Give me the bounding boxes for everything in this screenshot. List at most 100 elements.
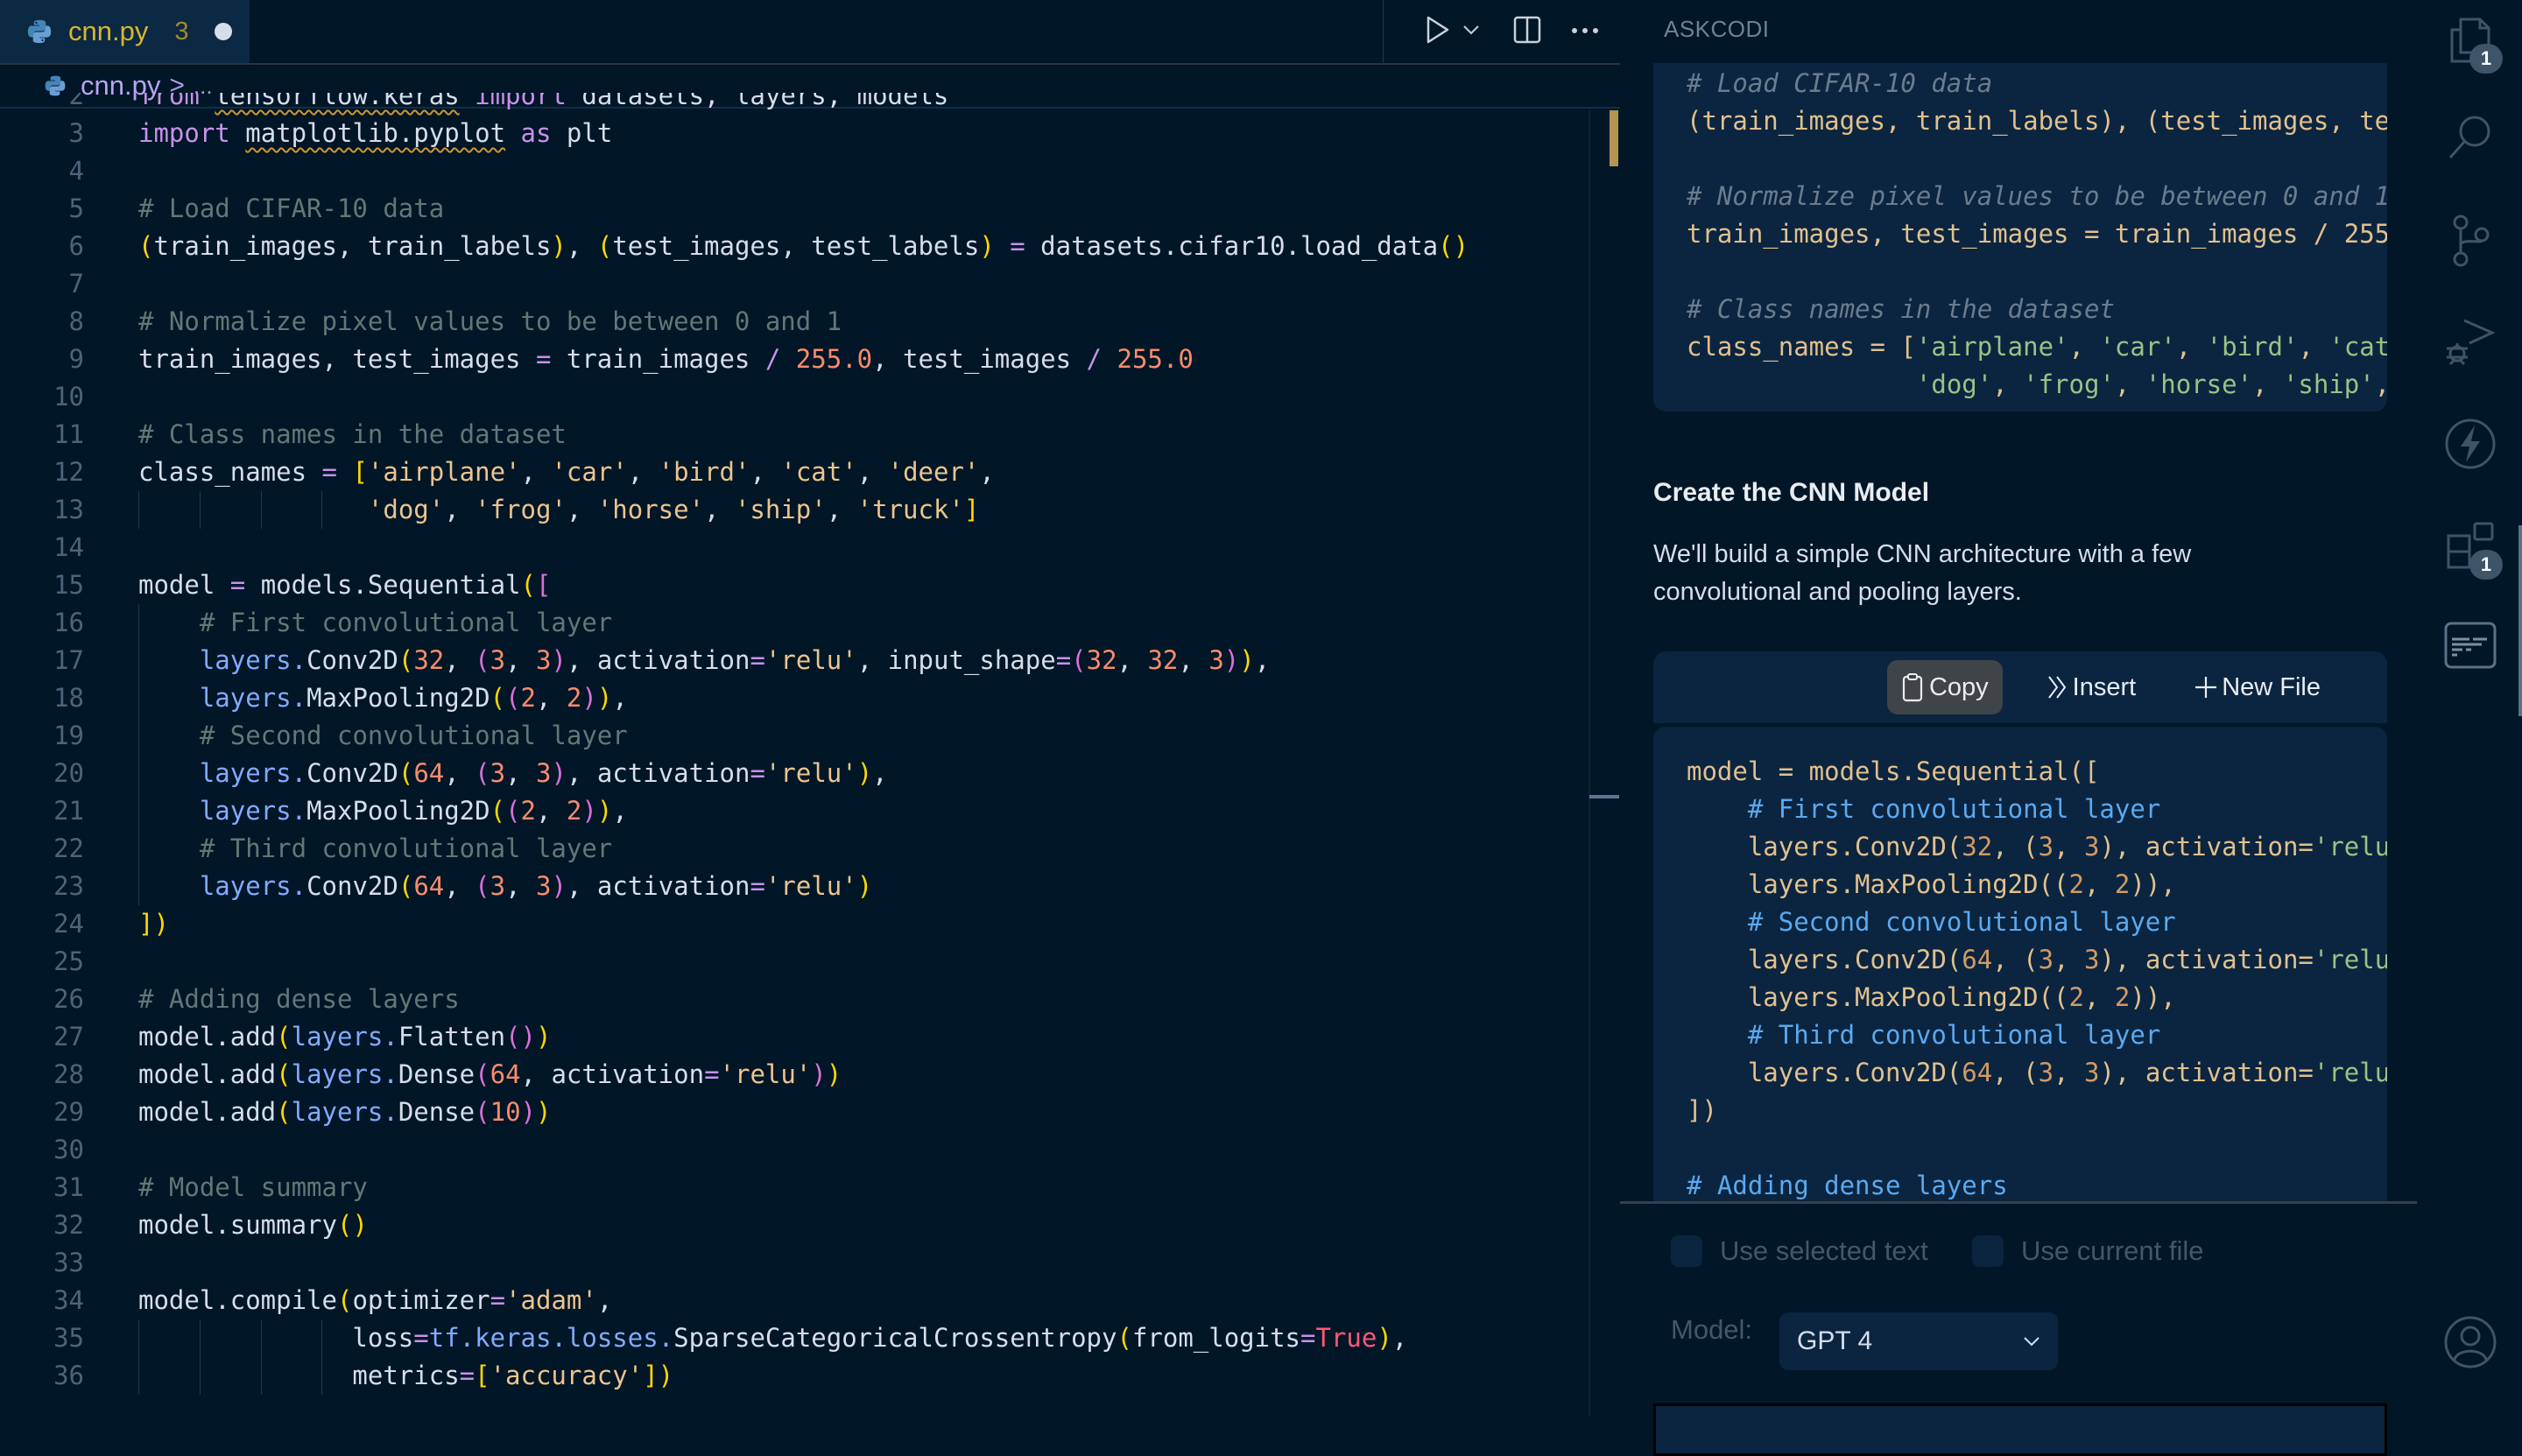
code-line[interactable]: 34 model.compile(optimizer='adam', bbox=[0, 1282, 1594, 1319]
line-number: 21 bbox=[53, 796, 84, 826]
line-number: 12 bbox=[53, 457, 84, 487]
code-line[interactable]: 18 layers.MaxPooling2D((2, 2)), bbox=[0, 679, 1594, 717]
indent-guide bbox=[138, 1319, 139, 1395]
code-block-line: layers.MaxPooling2D((2, 2)), bbox=[1687, 982, 2176, 1012]
activity-run-debug[interactable] bbox=[2443, 315, 2497, 369]
code-block-line: class_names = ['airplane', 'car', 'bird'… bbox=[1687, 332, 2387, 362]
code-line[interactable]: 33 bbox=[0, 1244, 1594, 1282]
line-number: 8 bbox=[68, 306, 84, 336]
activity-search[interactable] bbox=[2443, 110, 2497, 165]
code-line[interactable]: 32 model.summary() bbox=[0, 1206, 1594, 1244]
model-select[interactable]: GPT 4 bbox=[1779, 1312, 2058, 1370]
code-text: model.add(layers.Flatten()) bbox=[138, 1022, 552, 1052]
activity-panel-view[interactable] bbox=[2443, 618, 2497, 672]
activity-source-control[interactable] bbox=[2443, 214, 2497, 268]
code-line[interactable]: 23 layers.Conv2D(64, (3, 3), activation=… bbox=[0, 868, 1594, 905]
line-number: 13 bbox=[53, 495, 84, 524]
tab-filename: cnn.py bbox=[68, 16, 149, 46]
copy-button[interactable]: Copy bbox=[1886, 660, 2003, 714]
code-line[interactable]: 29 model.add(layers.Dense(10)) bbox=[0, 1094, 1594, 1131]
code-text: # First convolutional layer bbox=[199, 608, 613, 637]
code-line[interactable]: 35 loss=tf.keras.losses.SparseCategorica… bbox=[0, 1319, 1594, 1357]
code-line[interactable]: 26 # Adding dense layers bbox=[0, 981, 1594, 1018]
code-line[interactable]: 25 bbox=[0, 943, 1594, 981]
code-block-line: # Second convolutional layer bbox=[1747, 907, 2176, 937]
line-number: 32 bbox=[53, 1210, 84, 1240]
split-editor-icon bbox=[1513, 16, 1541, 43]
more-actions-button[interactable] bbox=[1571, 24, 1599, 39]
code-text: layers.MaxPooling2D((2, 2)), bbox=[199, 683, 628, 713]
chevron-down-icon bbox=[1463, 25, 1479, 34]
indent-guide bbox=[260, 491, 262, 529]
line-number: 29 bbox=[53, 1097, 84, 1127]
run-dropdown-button[interactable] bbox=[1462, 24, 1480, 40]
code-line[interactable]: 13 'dog', 'frog', 'horse', 'ship', 'truc… bbox=[0, 491, 1594, 529]
code-line[interactable]: 20 layers.Conv2D(64, (3, 3), activation=… bbox=[0, 755, 1594, 792]
code-line[interactable]: 15 model = models.Sequential([ bbox=[0, 566, 1594, 604]
code-line[interactable]: 31 # Model summary bbox=[0, 1169, 1594, 1206]
line-number: 16 bbox=[53, 608, 84, 637]
code-line[interactable]: 9 train_images, test_images = train_image… bbox=[0, 341, 1594, 378]
plus-icon bbox=[2195, 677, 2217, 698]
run-button[interactable] bbox=[1426, 15, 1450, 49]
code-line[interactable]: 8 # Normalize pixel values to be between … bbox=[0, 303, 1594, 341]
use-selected-text-checkbox[interactable]: Use selected text bbox=[1671, 1235, 1928, 1267]
code-block-line: # Class names in the dataset bbox=[1687, 294, 2115, 324]
chat-input[interactable] bbox=[1653, 1403, 2387, 1456]
code-line[interactable]: 24]) bbox=[0, 905, 1594, 943]
code-line[interactable]: 27 model.add(layers.Flatten()) bbox=[0, 1018, 1594, 1056]
activity-accounts[interactable] bbox=[2443, 1315, 2497, 1369]
code-block-line: # Normalize pixel values to be between 0… bbox=[1687, 181, 2387, 211]
account-icon bbox=[2444, 1316, 2497, 1368]
chat-messages[interactable]: # Load CIFAR-10 data (train_images, train… bbox=[1620, 63, 2417, 1201]
code-line[interactable]: 17 layers.Conv2D(32, (3, 3), activation=… bbox=[0, 642, 1594, 679]
new-file-button[interactable]: New File bbox=[2180, 660, 2335, 714]
code-line[interactable]: 28 model.add(layers.Dense(64, activation=… bbox=[0, 1056, 1594, 1094]
code-block-line: (train_images, train_labels), (test_imag… bbox=[1687, 106, 2387, 136]
code-line[interactable]: 30 bbox=[0, 1131, 1594, 1169]
code-line[interactable]: 19 # Second convolutional layer bbox=[0, 717, 1594, 755]
code-line[interactable]: 12 class_names = ['airplane', 'car', 'bir… bbox=[0, 454, 1594, 491]
insert-button[interactable]: Insert bbox=[2032, 660, 2151, 714]
code-text: 'dog', 'frog', 'horse', 'ship', 'truck'] bbox=[367, 495, 980, 524]
extensions-badge: 1 bbox=[2469, 550, 2503, 580]
activity-extensions[interactable]: 1 bbox=[2443, 518, 2503, 580]
indent-guide bbox=[260, 1319, 262, 1395]
scrollbar-thumb[interactable] bbox=[1610, 110, 1618, 166]
activity-explorer[interactable]: 1 bbox=[2443, 12, 2503, 74]
code-text: # Second convolutional layer bbox=[199, 721, 628, 750]
problems-count: 3 bbox=[174, 17, 189, 46]
code-line[interactable]: 7 bbox=[0, 265, 1594, 303]
code-line[interactable]: 16 # First convolutional layer bbox=[0, 604, 1594, 642]
checkbox[interactable] bbox=[1671, 1235, 1702, 1267]
line-number: 15 bbox=[53, 570, 84, 600]
activity-scrollbar[interactable] bbox=[2518, 525, 2522, 716]
indent-guide bbox=[321, 1319, 323, 1395]
code-line[interactable]: 2 from tensorflow.keras import datasets, … bbox=[0, 93, 1594, 115]
code-line[interactable]: 6 (train_images, train_labels), (test_ima… bbox=[0, 228, 1594, 265]
code-line[interactable]: 5 # Load CIFAR-10 data bbox=[0, 190, 1594, 228]
line-number: 23 bbox=[53, 871, 84, 901]
code-line[interactable]: 10 bbox=[0, 378, 1594, 416]
tab-cnn-py[interactable]: cnn.py 3 bbox=[0, 0, 250, 63]
code-block-line: layers.Conv2D(32, (3, 3), activation='re… bbox=[1687, 832, 2387, 862]
code-line[interactable]: 4 bbox=[0, 152, 1594, 190]
use-current-file-checkbox[interactable]: Use current file bbox=[1972, 1235, 2203, 1267]
code-text: loss=tf.keras.losses.SparseCategoricalCr… bbox=[138, 1323, 1408, 1353]
code-line[interactable]: 21 layers.MaxPooling2D((2, 2)), bbox=[0, 792, 1594, 830]
insert-label: Insert bbox=[2072, 672, 2137, 701]
split-editor-button[interactable] bbox=[1513, 16, 1541, 48]
code-line[interactable]: 36 metrics=['accuracy']) bbox=[0, 1357, 1594, 1395]
code-line[interactable]: 11 # Class names in the dataset bbox=[0, 416, 1594, 454]
code-text: import matplotlib.pyplot as plt bbox=[138, 118, 613, 148]
activity-askcodi[interactable] bbox=[2443, 417, 2497, 471]
code-editor[interactable]: cnn.py 3 cnn.py > ... 2 from tensorflow.… bbox=[0, 0, 1620, 1417]
code-line[interactable]: 14 bbox=[0, 529, 1594, 566]
code-line[interactable]: 3 import matplotlib.pyplot as plt bbox=[0, 115, 1594, 152]
unsaved-indicator[interactable] bbox=[215, 23, 233, 40]
ellipsis-icon bbox=[1572, 28, 1598, 33]
code-line[interactable]: 22 # Third convolutional layer bbox=[0, 830, 1594, 868]
line-number: 7 bbox=[68, 269, 84, 299]
code-area[interactable]: 2 from tensorflow.keras import datasets, … bbox=[0, 93, 1611, 1417]
checkbox[interactable] bbox=[1972, 1235, 2004, 1267]
